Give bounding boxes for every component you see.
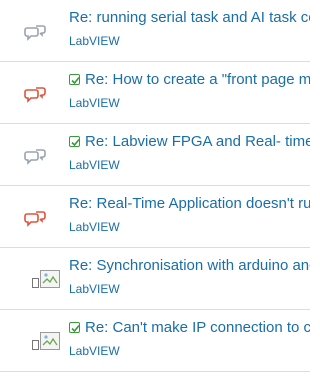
thread-row: Re: Synchronisation with arduino and L L… [0, 248, 310, 310]
thread-title-link[interactable]: Re: Real-Time Application doesn't run; s [69, 194, 310, 214]
thread-title: Re: Synchronisation with arduino and L [69, 257, 310, 274]
thread-row: Re: Real-Time Application doesn't run; s… [0, 186, 310, 248]
board-link[interactable]: LabVIEW [69, 34, 120, 48]
solved-check-icon [69, 136, 80, 147]
board-link[interactable]: LabVIEW [69, 96, 120, 110]
thread-title: Re: Labview FPGA and Real- time mo [85, 133, 310, 150]
thread-title-link[interactable]: Re: running serial task and AI task cont [69, 8, 310, 28]
chat-bubbles-gray-icon [24, 24, 48, 42]
chat-bubbles-gray-icon [24, 148, 48, 166]
solved-check-icon [69, 74, 80, 85]
broken-image-icon[interactable] [32, 332, 60, 350]
board-link[interactable]: LabVIEW [69, 282, 120, 296]
broken-image-icon[interactable] [32, 270, 60, 288]
solved-check-icon [69, 322, 80, 333]
thread-row: Re: Can't make IP connection to cRIC Lab… [0, 310, 310, 372]
board-link[interactable]: LabVIEW [69, 344, 120, 358]
thread-title: Re: Can't make IP connection to cRIC [85, 319, 310, 336]
thread-row: Re: Labview FPGA and Real- time mo LabVI… [0, 124, 310, 186]
board-link[interactable]: LabVIEW [69, 220, 120, 234]
thread-title-link[interactable]: Re: Can't make IP connection to cRIC [69, 318, 310, 338]
thread-title: Re: How to create a "front page men [85, 71, 310, 88]
board-link[interactable]: LabVIEW [69, 158, 120, 172]
thread-title-link[interactable]: Re: Synchronisation with arduino and L [69, 256, 310, 276]
thread-title: Re: running serial task and AI task cont [69, 9, 310, 26]
thread-title-link[interactable]: Re: How to create a "front page men [69, 70, 310, 90]
thread-row: Re: running serial task and AI task cont… [0, 0, 310, 62]
thread-list: Re: running serial task and AI task cont… [0, 0, 310, 372]
thread-title-link[interactable]: Re: Labview FPGA and Real- time mo [69, 132, 310, 152]
chat-bubbles-red-icon [24, 210, 48, 228]
thread-title: Re: Real-Time Application doesn't run; s [69, 195, 310, 212]
chat-bubbles-red-icon [24, 86, 48, 104]
thread-row: Re: How to create a "front page men LabV… [0, 62, 310, 124]
